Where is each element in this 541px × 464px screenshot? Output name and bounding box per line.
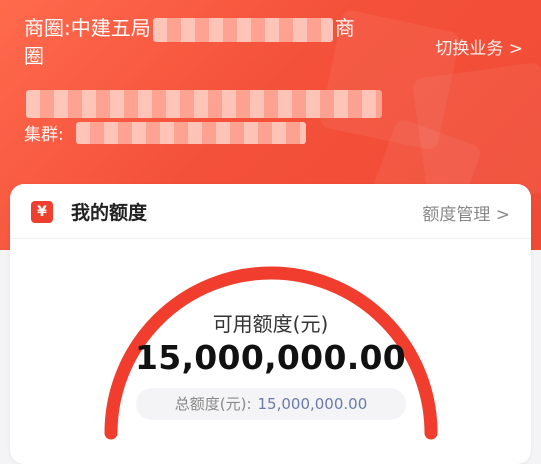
district-line2: 圈 bbox=[24, 44, 44, 68]
available-quota-label: 可用额度(元) bbox=[212, 312, 329, 336]
quota-card-title: 我的额度 bbox=[71, 202, 148, 224]
redacted-text bbox=[152, 17, 333, 42]
total-quota-label: 总额度(元): bbox=[174, 395, 252, 413]
district-name: 商圈:中建五局 商 圈 bbox=[24, 14, 384, 70]
total-quota-value: 15,000,000.00 bbox=[257, 395, 368, 413]
total-quota-pill: 总额度(元): 15,000,000.00 bbox=[136, 388, 406, 420]
quota-card-header: ¥ 我的额度 额度管理 > bbox=[10, 184, 531, 239]
cluster-label: 集群: bbox=[24, 125, 64, 145]
district-suffix: 商 bbox=[334, 16, 355, 40]
redacted-text bbox=[76, 122, 306, 144]
redacted-text bbox=[26, 90, 382, 118]
switch-business-link[interactable]: 切换业务 > bbox=[435, 34, 523, 59]
quota-manage-link[interactable]: 额度管理 > bbox=[422, 200, 510, 225]
yen-icon: ¥ bbox=[31, 201, 53, 223]
available-quota-value: 15,000,000.00 bbox=[134, 338, 407, 377]
district-prefix: 商圈:中建五局 bbox=[24, 16, 151, 40]
